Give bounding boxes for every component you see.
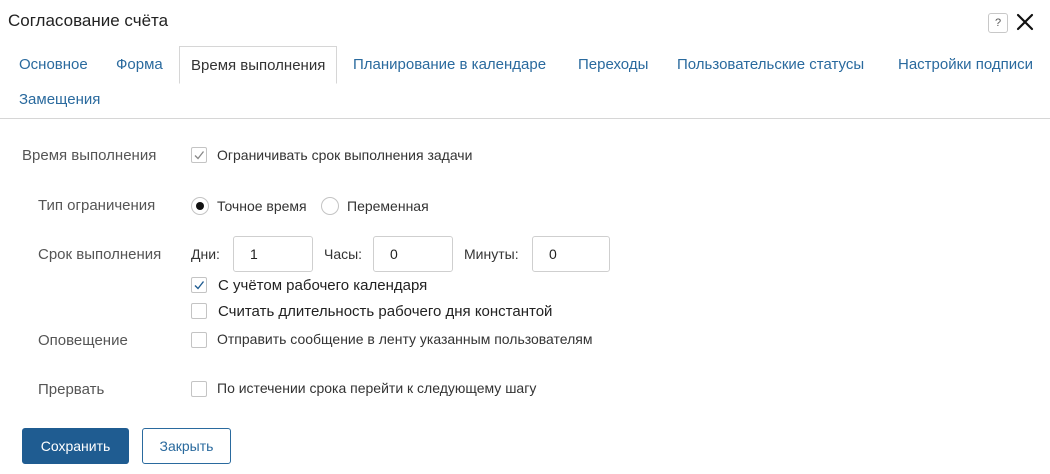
notification-checkbox[interactable] bbox=[191, 332, 207, 348]
constant-day-checkbox[interactable] bbox=[191, 303, 207, 319]
work-calendar-label: С учётом рабочего календаря bbox=[218, 277, 428, 294]
interrupt-checkbox[interactable] bbox=[191, 381, 207, 397]
limit-deadline-label: Ограничивать срок выполнения задачи bbox=[217, 147, 473, 163]
minutes-label: Минуты: bbox=[464, 246, 519, 262]
variable-radio[interactable] bbox=[321, 197, 339, 215]
tab-calendar-planning[interactable]: Планирование в календаре bbox=[353, 56, 546, 73]
check-icon bbox=[194, 281, 205, 290]
dialog-title: Согласование счёта bbox=[8, 11, 169, 30]
limit-deadline-checkbox[interactable] bbox=[191, 147, 207, 163]
check-icon bbox=[194, 151, 205, 160]
tab-substitutions[interactable]: Замещения bbox=[19, 91, 100, 108]
help-icon[interactable]: ? bbox=[988, 13, 1008, 33]
close-icon[interactable] bbox=[1014, 11, 1036, 33]
notification-checkbox-label: Отправить сообщение в ленту указанным по… bbox=[217, 331, 593, 347]
tab-main[interactable]: Основное bbox=[19, 56, 88, 73]
tab-custom-statuses[interactable]: Пользовательские статусы bbox=[677, 56, 864, 73]
work-calendar-checkbox[interactable] bbox=[191, 277, 207, 293]
days-label: Дни: bbox=[191, 246, 220, 262]
tab-form[interactable]: Форма bbox=[116, 56, 163, 73]
notification-label: Оповещение bbox=[38, 332, 128, 349]
tab-signature-settings[interactable]: Настройки подписи bbox=[898, 56, 1033, 73]
days-input[interactable] bbox=[233, 236, 313, 272]
tab-transitions[interactable]: Переходы bbox=[578, 56, 648, 73]
hours-label: Часы: bbox=[324, 246, 363, 262]
close-button[interactable]: Закрыть bbox=[142, 428, 231, 464]
save-button[interactable]: Сохранить bbox=[22, 428, 129, 464]
interrupt-label: Прервать bbox=[38, 381, 105, 398]
variable-label: Переменная bbox=[347, 198, 429, 214]
execution-time-label: Время выполнения bbox=[22, 147, 157, 164]
constant-day-label: Считать длительность рабочего дня конста… bbox=[218, 303, 553, 320]
hours-input[interactable] bbox=[373, 236, 453, 272]
tab-execution-time[interactable]: Время выполнения bbox=[179, 46, 338, 84]
limit-type-label: Тип ограничения bbox=[38, 197, 156, 214]
tab-bar: Основное Форма Время выполнения Планиров… bbox=[0, 44, 1050, 119]
exact-time-label: Точное время bbox=[217, 198, 307, 214]
deadline-label: Срок выполнения bbox=[38, 246, 162, 263]
exact-time-radio[interactable] bbox=[191, 197, 209, 215]
minutes-input[interactable] bbox=[532, 236, 610, 272]
interrupt-checkbox-label: По истечении срока перейти к следующему … bbox=[217, 380, 537, 396]
